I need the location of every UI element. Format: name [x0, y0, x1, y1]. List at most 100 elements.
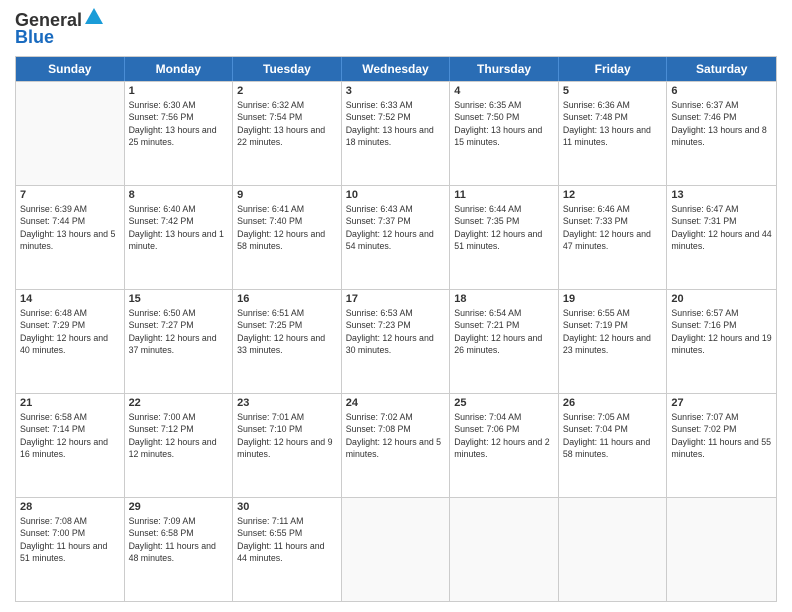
calendar-cell: 15Sunrise: 6:50 AMSunset: 7:27 PMDayligh… — [125, 290, 234, 393]
day-number: 8 — [129, 189, 229, 201]
calendar-cell: 3 Sunrise: 6:33 AMSunset: 7:52 PMDaylight… — [342, 82, 451, 185]
day-info: Sunrise: 7:05 AMSunset: 7:04 PMDaylight:… — [563, 411, 663, 460]
day-info: Sunrise: 6:54 AMSunset: 7:21 PMDaylight:… — [454, 307, 554, 356]
calendar-cell: 5 Sunrise: 6:36 AMSunset: 7:48 PMDaylight… — [559, 82, 668, 185]
day-number: 28 — [20, 501, 120, 513]
day-info: Sunrise: 6:44 AMSunset: 7:35 PMDaylight:… — [454, 203, 554, 252]
calendar-header: SundayMondayTuesdayWednesdayThursdayFrid… — [16, 57, 776, 81]
calendar-body: 1 Sunrise: 6:30 AMSunset: 7:56 PMDaylight… — [16, 81, 776, 601]
calendar-cell: 25 Sunrise: 7:04 AMSunset: 7:06 PMDayligh… — [450, 394, 559, 497]
day-header-friday: Friday — [559, 57, 668, 81]
day-info: Sunrise: 6:47 AMSunset: 7:31 PMDaylight:… — [671, 203, 772, 252]
day-number: 25 — [454, 397, 554, 409]
day-number: 7 — [20, 189, 120, 201]
calendar-cell: 12 Sunrise: 6:46 AMSunset: 7:33 PMDayligh… — [559, 186, 668, 289]
calendar-cell: 2 Sunrise: 6:32 AMSunset: 7:54 PMDaylight… — [233, 82, 342, 185]
day-info: Sunrise: 6:36 AMSunset: 7:48 PMDaylight:… — [563, 99, 663, 148]
day-info: Sunrise: 6:30 AMSunset: 7:56 PMDaylight:… — [129, 99, 229, 148]
calendar-cell — [667, 498, 776, 601]
day-header-tuesday: Tuesday — [233, 57, 342, 81]
calendar-cell: 28 Sunrise: 7:08 AMSunset: 7:00 PMDayligh… — [16, 498, 125, 601]
day-header-wednesday: Wednesday — [342, 57, 451, 81]
calendar-cell — [16, 82, 125, 185]
day-number: 11 — [454, 189, 554, 201]
calendar-row-2: 7 Sunrise: 6:39 AMSunset: 7:44 PMDaylight… — [16, 185, 776, 289]
logo-triangle-icon — [85, 8, 103, 29]
day-number: 17 — [346, 293, 446, 305]
calendar-cell: 26 Sunrise: 7:05 AMSunset: 7:04 PMDayligh… — [559, 394, 668, 497]
day-info: Sunrise: 6:40 AMSunset: 7:42 PMDaylight:… — [129, 203, 229, 252]
calendar-cell: 6 Sunrise: 6:37 AMSunset: 7:46 PMDaylight… — [667, 82, 776, 185]
day-number: 9 — [237, 189, 337, 201]
calendar-cell: 30 Sunrise: 7:11 AMSunset: 6:55 PMDayligh… — [233, 498, 342, 601]
day-number: 15 — [129, 293, 229, 305]
calendar-cell: 1 Sunrise: 6:30 AMSunset: 7:56 PMDaylight… — [125, 82, 234, 185]
day-info: Sunrise: 7:11 AMSunset: 6:55 PMDaylight:… — [237, 515, 337, 564]
day-number: 1 — [129, 85, 229, 97]
day-header-thursday: Thursday — [450, 57, 559, 81]
calendar-cell: 22 Sunrise: 7:00 AMSunset: 7:12 PMDayligh… — [125, 394, 234, 497]
day-info: Sunrise: 7:04 AMSunset: 7:06 PMDaylight:… — [454, 411, 554, 460]
calendar-row-4: 21Sunrise: 6:58 AMSunset: 7:14 PMDayligh… — [16, 393, 776, 497]
day-number: 5 — [563, 85, 663, 97]
calendar-cell: 13Sunrise: 6:47 AMSunset: 7:31 PMDayligh… — [667, 186, 776, 289]
calendar-cell: 21Sunrise: 6:58 AMSunset: 7:14 PMDayligh… — [16, 394, 125, 497]
calendar: SundayMondayTuesdayWednesdayThursdayFrid… — [15, 56, 777, 602]
calendar-cell — [342, 498, 451, 601]
calendar-cell: 16 Sunrise: 6:51 AMSunset: 7:25 PMDayligh… — [233, 290, 342, 393]
day-info: Sunrise: 7:01 AMSunset: 7:10 PMDaylight:… — [237, 411, 337, 460]
logo-blue-text: Blue — [15, 27, 54, 48]
day-header-monday: Monday — [125, 57, 234, 81]
day-info: Sunrise: 6:43 AMSunset: 7:37 PMDaylight:… — [346, 203, 446, 252]
calendar-cell: 14Sunrise: 6:48 AMSunset: 7:29 PMDayligh… — [16, 290, 125, 393]
day-info: Sunrise: 6:55 AMSunset: 7:19 PMDaylight:… — [563, 307, 663, 356]
day-info: Sunrise: 6:39 AMSunset: 7:44 PMDaylight:… — [20, 203, 120, 252]
day-number: 20 — [671, 293, 772, 305]
day-info: Sunrise: 6:37 AMSunset: 7:46 PMDaylight:… — [671, 99, 772, 148]
day-info: Sunrise: 6:57 AMSunset: 7:16 PMDaylight:… — [671, 307, 772, 356]
day-number: 26 — [563, 397, 663, 409]
calendar-cell: 7 Sunrise: 6:39 AMSunset: 7:44 PMDaylight… — [16, 186, 125, 289]
logo: General Blue — [15, 10, 103, 48]
day-info: Sunrise: 7:08 AMSunset: 7:00 PMDaylight:… — [20, 515, 120, 564]
day-number: 12 — [563, 189, 663, 201]
day-number: 4 — [454, 85, 554, 97]
day-number: 16 — [237, 293, 337, 305]
day-info: Sunrise: 7:07 AMSunset: 7:02 PMDaylight:… — [671, 411, 772, 460]
calendar-cell: 24Sunrise: 7:02 AMSunset: 7:08 PMDayligh… — [342, 394, 451, 497]
day-number: 18 — [454, 293, 554, 305]
calendar-cell: 8 Sunrise: 6:40 AMSunset: 7:42 PMDaylight… — [125, 186, 234, 289]
day-info: Sunrise: 6:32 AMSunset: 7:54 PMDaylight:… — [237, 99, 337, 148]
day-info: Sunrise: 7:00 AMSunset: 7:12 PMDaylight:… — [129, 411, 229, 460]
day-info: Sunrise: 6:53 AMSunset: 7:23 PMDaylight:… — [346, 307, 446, 356]
day-info: Sunrise: 6:46 AMSunset: 7:33 PMDaylight:… — [563, 203, 663, 252]
day-number: 6 — [671, 85, 772, 97]
calendar-cell: 18 Sunrise: 6:54 AMSunset: 7:21 PMDayligh… — [450, 290, 559, 393]
day-number: 21 — [20, 397, 120, 409]
day-info: Sunrise: 6:51 AMSunset: 7:25 PMDaylight:… — [237, 307, 337, 356]
calendar-cell — [559, 498, 668, 601]
day-info: Sunrise: 6:33 AMSunset: 7:52 PMDaylight:… — [346, 99, 446, 148]
day-number: 2 — [237, 85, 337, 97]
day-info: Sunrise: 7:09 AMSunset: 6:58 PMDaylight:… — [129, 515, 229, 564]
calendar-cell: 23 Sunrise: 7:01 AMSunset: 7:10 PMDayligh… — [233, 394, 342, 497]
calendar-cell: 20 Sunrise: 6:57 AMSunset: 7:16 PMDayligh… — [667, 290, 776, 393]
calendar-row-5: 28 Sunrise: 7:08 AMSunset: 7:00 PMDayligh… — [16, 497, 776, 601]
day-info: Sunrise: 7:02 AMSunset: 7:08 PMDaylight:… — [346, 411, 446, 460]
header: General Blue — [15, 10, 777, 48]
day-number: 22 — [129, 397, 229, 409]
day-info: Sunrise: 6:41 AMSunset: 7:40 PMDaylight:… — [237, 203, 337, 252]
day-number: 19 — [563, 293, 663, 305]
day-number: 29 — [129, 501, 229, 513]
day-number: 30 — [237, 501, 337, 513]
calendar-row-3: 14Sunrise: 6:48 AMSunset: 7:29 PMDayligh… — [16, 289, 776, 393]
day-header-sunday: Sunday — [16, 57, 125, 81]
calendar-cell: 10 Sunrise: 6:43 AMSunset: 7:37 PMDayligh… — [342, 186, 451, 289]
calendar-cell — [450, 498, 559, 601]
day-number: 3 — [346, 85, 446, 97]
day-number: 23 — [237, 397, 337, 409]
calendar-row-1: 1 Sunrise: 6:30 AMSunset: 7:56 PMDaylight… — [16, 81, 776, 185]
day-number: 10 — [346, 189, 446, 201]
day-info: Sunrise: 6:35 AMSunset: 7:50 PMDaylight:… — [454, 99, 554, 148]
calendar-cell: 29 Sunrise: 7:09 AMSunset: 6:58 PMDayligh… — [125, 498, 234, 601]
